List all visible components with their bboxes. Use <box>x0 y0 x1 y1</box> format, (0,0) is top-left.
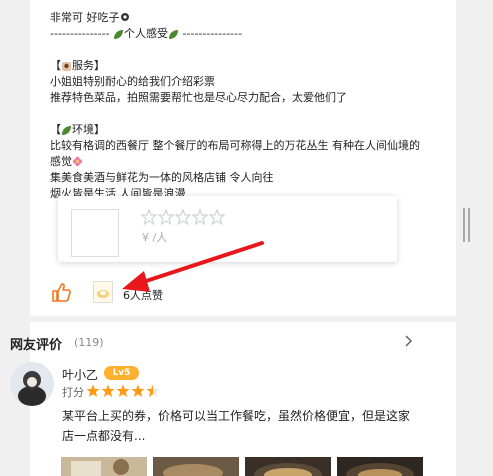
post-line: 非常可 好吃子 <box>50 10 450 26</box>
reviewer-avatar[interactable] <box>10 362 54 406</box>
like-row: 6人点赞 <box>50 281 430 305</box>
shop-price: ¥ /人 <box>142 231 168 244</box>
thumbs-up-icon[interactable] <box>50 281 72 307</box>
reviewer-name[interactable]: 叶小乙 <box>62 366 98 383</box>
post-text: 非常可 好吃子 <box>50 11 120 24</box>
post-text: 集美食美酒与鲜花为一体的风格店铺 令人向往 <box>50 171 274 184</box>
reviewer-rating-stars <box>86 383 168 402</box>
post-line: 【服务】 <box>50 58 450 74</box>
post-line: 小姐姐特别耐心的给我们介绍彩票 <box>50 74 450 90</box>
flower-emoji-icon <box>72 156 83 169</box>
post-text: 【服务】 <box>50 59 105 72</box>
review-text[interactable]: 某平台上买的券，价格可以当工作餐吃，虽然价格便宜，但是这家店一点都没有... <box>62 406 412 446</box>
reviews-count: (119) <box>74 336 104 349</box>
review-photos <box>61 457 441 476</box>
post-line: 【环境】 <box>50 122 450 138</box>
reviewer-level-badge: Lv5 <box>104 366 139 380</box>
scrollbar-handle[interactable] <box>463 208 470 242</box>
reviews-title: 网友评价 <box>10 338 63 353</box>
shop-rating-stars <box>140 208 226 229</box>
post-card: 非常可 好吃子 --------------- 个人感受 -----------… <box>30 0 456 316</box>
review-photo[interactable] <box>153 457 239 476</box>
shop-thumbnail <box>71 209 119 257</box>
chevron-right-icon[interactable] <box>403 334 413 352</box>
review-photo[interactable] <box>61 457 147 476</box>
post-line: --------------- 个人感受 --------------- <box>50 26 450 42</box>
post-line: 集美食美酒与鲜花为一体的风格店铺 令人向往 <box>50 170 450 186</box>
score-label: 打分 <box>62 386 84 399</box>
empty-stars-icon <box>140 208 226 226</box>
like-count: 6人点赞 <box>123 289 163 302</box>
post-text: --------------- 个人感受 --------------- <box>50 27 243 40</box>
post-text: 感觉 <box>50 155 72 168</box>
post-content: 非常可 好吃子 --------------- 个人感受 -----------… <box>50 10 450 202</box>
rating-stars-icon <box>86 384 160 397</box>
reviewer-avatar-image <box>10 362 54 406</box>
post-text: 比较有格调的西餐厅 整个餐厅的布局可称得上的万花丛生 有种在人间仙境的 <box>50 139 420 152</box>
liker-avatar[interactable] <box>93 281 113 303</box>
post-text: 推荐特色菜品，拍照需要帮忙也是尽心尽力配合，太爱他们了 <box>50 91 347 104</box>
shop-card[interactable]: ¥ /人 <box>58 196 397 262</box>
post-line: 感觉 <box>50 154 450 170</box>
post-text: 【环境】 <box>50 123 105 136</box>
post-line: 比较有格调的西餐厅 整个餐厅的布局可称得上的万花丛生 有种在人间仙境的 <box>50 138 450 154</box>
review-photo[interactable] <box>245 457 331 476</box>
post-text: 小姐姐特别耐心的给我们介绍彩票 <box>50 75 215 88</box>
post-line: 推荐特色菜品，拍照需要帮忙也是尽心尽力配合，太爱他们了 <box>50 90 450 106</box>
liker-avatar-image <box>97 290 109 298</box>
review-photo[interactable] <box>337 457 423 476</box>
eye-emoji-icon <box>120 12 130 24</box>
